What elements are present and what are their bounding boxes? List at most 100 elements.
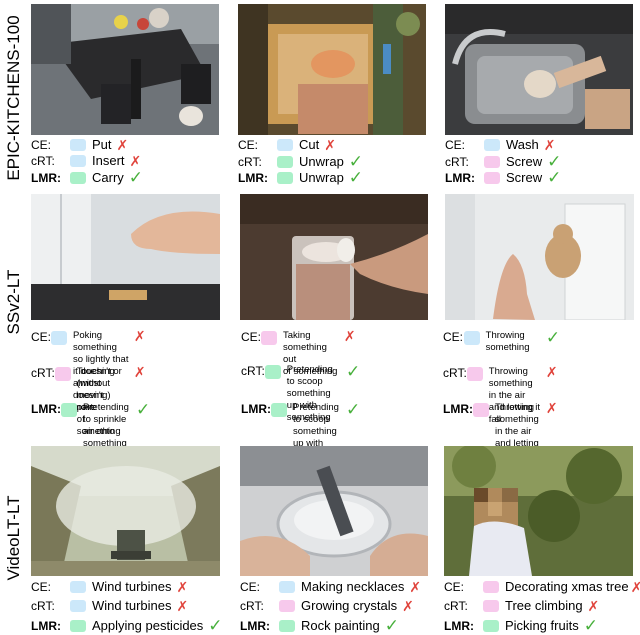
color-swatch: [261, 331, 278, 345]
prediction-text: Applying pesticides: [92, 618, 204, 633]
check-icon: ✓: [384, 616, 400, 635]
cross-icon: ✗: [133, 364, 146, 380]
prediction-row-ce: CE: Decorating xmas tree ✗: [444, 579, 640, 594]
prediction-text: Decorating xmas tree: [505, 579, 629, 594]
prediction-text: Put: [92, 137, 112, 152]
method-label: cRT:: [31, 598, 55, 613]
method-label: LMR:: [238, 170, 268, 185]
check-icon: ✓: [135, 400, 151, 419]
color-swatch: [54, 367, 71, 381]
method-label: CE:: [31, 330, 52, 344]
method-label: CE:: [241, 330, 262, 344]
prediction-text: Unwrap: [299, 154, 344, 169]
color-swatch: [271, 403, 287, 417]
section-label-epic: EPIC-KITCHENS-100: [4, 14, 23, 181]
color-swatch: [279, 599, 295, 612]
check-icon: ✓: [208, 616, 223, 635]
video-frame-hand-poking: [31, 194, 220, 320]
cross-icon: ✗: [176, 578, 189, 595]
cross-icon: ✗: [129, 152, 142, 169]
prediction-row-crt: cRT: Unwrap ✓: [238, 153, 363, 170]
prediction-row-ce: CE: Wind turbines ✗: [31, 579, 188, 594]
method-label: LMR:: [240, 618, 270, 633]
cross-icon: ✗: [402, 597, 414, 614]
color-swatch: [70, 154, 86, 167]
color-swatch: [70, 580, 86, 593]
prediction-row-lmr: LMR: Screw ✓: [445, 169, 561, 186]
prediction-row-ce: CE: Cut ✗: [238, 137, 336, 152]
check-icon: ✓: [345, 400, 361, 419]
video-frame-tractor-spraying: [31, 446, 220, 576]
video-frame-fruit-picking: [444, 446, 633, 576]
prediction-text: Screw: [506, 170, 543, 185]
color-swatch: [483, 599, 499, 612]
color-swatch: [463, 331, 480, 345]
prediction-text: Cut: [299, 137, 320, 152]
prediction-row-lmr: LMR: Carry ✓: [31, 169, 143, 186]
check-icon: ✓: [128, 168, 144, 187]
prediction-text: Wash: [506, 137, 539, 152]
color-swatch: [70, 138, 86, 151]
cross-icon: ✗: [133, 328, 146, 344]
prediction-text: Throwing something: [485, 330, 530, 353]
video-frame-kitchen-sink: [445, 4, 633, 135]
method-label: LMR:: [241, 402, 271, 416]
method-label: LMR:: [31, 170, 61, 185]
cross-icon: ✗: [116, 136, 129, 153]
color-swatch: [279, 580, 295, 593]
method-label: cRT:: [443, 366, 467, 380]
color-swatch: [264, 365, 281, 379]
prediction-text: Insert: [92, 153, 125, 168]
method-label: CE:: [31, 137, 52, 152]
cross-icon: ✗: [324, 136, 336, 153]
method-label: cRT:: [31, 366, 55, 380]
color-swatch: [279, 619, 295, 632]
section-label-ssv2: SSv2-LT: [4, 269, 23, 335]
video-frame-glass-spoon: [240, 194, 428, 320]
method-label: LMR:: [444, 618, 474, 633]
color-swatch: [484, 155, 500, 168]
cross-icon: ✗: [587, 597, 600, 614]
color-swatch: [277, 171, 293, 184]
prediction-text: Screw: [506, 154, 543, 169]
prediction-text: Growing crystals: [301, 598, 398, 613]
color-swatch: [483, 619, 499, 632]
method-label: CE:: [238, 137, 259, 152]
color-swatch: [70, 171, 86, 184]
method-label: cRT:: [444, 598, 468, 613]
prediction-text: Making necklaces: [301, 579, 405, 594]
cross-icon: ✗: [409, 578, 422, 595]
color-swatch: [70, 599, 86, 612]
check-icon: ✓: [348, 168, 364, 187]
video-frame-cutting-board: [238, 4, 426, 135]
prediction-row-ce: CE: Making necklaces ✗: [240, 579, 421, 594]
method-label: CE:: [445, 137, 466, 152]
color-swatch: [483, 580, 499, 593]
method-label: LMR:: [443, 402, 473, 416]
prediction-row-lmr: LMR: Pretending to sprinkle air onto som…: [31, 400, 151, 450]
color-swatch: [51, 331, 68, 345]
video-frame-throw-teddy: [445, 194, 634, 320]
prediction-row-crt: cRT: Growing crystals ✗: [240, 598, 414, 613]
color-swatch: [277, 155, 293, 168]
method-label: LMR:: [31, 402, 61, 416]
method-label: LMR:: [445, 170, 475, 185]
method-label: CE:: [31, 579, 52, 594]
cross-icon: ✗: [545, 400, 558, 416]
prediction-row-crt: cRT: Wind turbines ✗: [31, 598, 188, 613]
method-label: cRT:: [445, 154, 469, 169]
method-label: cRT:: [240, 598, 264, 613]
color-swatch: [484, 138, 500, 151]
method-label: CE:: [240, 579, 261, 594]
cross-icon: ✗: [176, 597, 189, 614]
method-label: CE:: [444, 579, 465, 594]
check-icon: ✓: [547, 168, 562, 187]
prediction-text: Rock painting: [301, 618, 380, 633]
prediction-row-crt: cRT: Screw ✓: [445, 153, 561, 170]
cross-icon: ✗: [630, 578, 640, 595]
color-swatch: [484, 171, 500, 184]
prediction-row-crt: cRT: Insert ✗: [31, 153, 141, 168]
method-label: LMR:: [31, 618, 61, 633]
cross-icon: ✗: [543, 136, 556, 153]
prediction-text: Picking fruits: [505, 618, 579, 633]
